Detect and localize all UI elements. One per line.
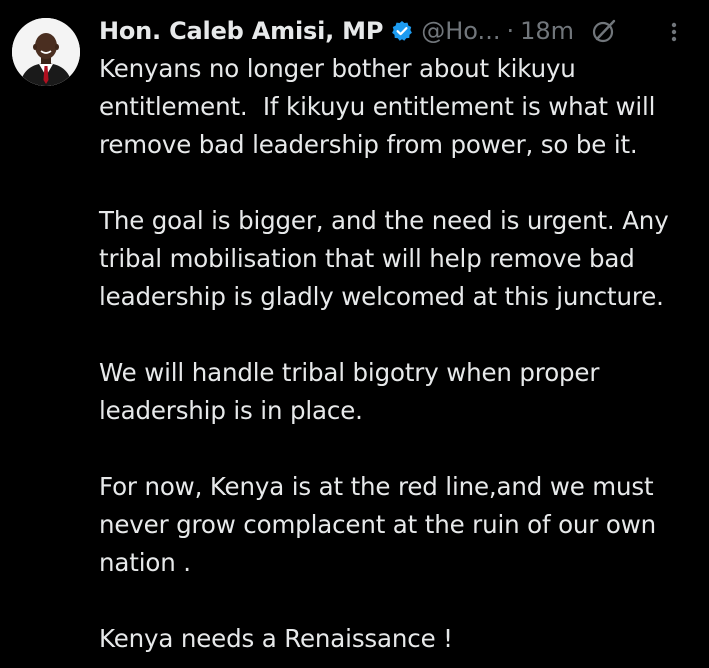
verified-badge-icon[interactable] [391,20,413,42]
tweet-paragraph: Kenya needs a Renaissance ! [99,624,453,653]
tweet-text: Kenyans no longer bother about kikuyu en… [99,50,704,658]
tweet-paragraph: We will handle tribal bigotry when prope… [99,358,607,425]
tweet-header: Hon. Caleb Amisi, MP @Ho... · 18m [99,11,699,51]
avatar-image [12,18,80,86]
grok-icon[interactable] [590,17,618,45]
tweet-paragraph: For now, Kenya is at the red line,and we… [99,472,664,577]
timestamp[interactable]: 18m [520,17,574,45]
tweet[interactable]: Hon. Caleb Amisi, MP @Ho... · 18m Kenyan… [0,0,709,668]
avatar[interactable] [12,18,80,86]
author-name[interactable]: Hon. Caleb Amisi, MP [99,17,383,45]
tweet-paragraph: The goal is bigger, and the need is urge… [99,206,677,311]
author-handle[interactable]: @Ho... [421,17,500,45]
tweet-paragraph: Kenyans no longer bother about kikuyu en… [99,54,663,159]
more-options-icon[interactable] [664,18,684,46]
separator-dot: · [506,17,515,45]
